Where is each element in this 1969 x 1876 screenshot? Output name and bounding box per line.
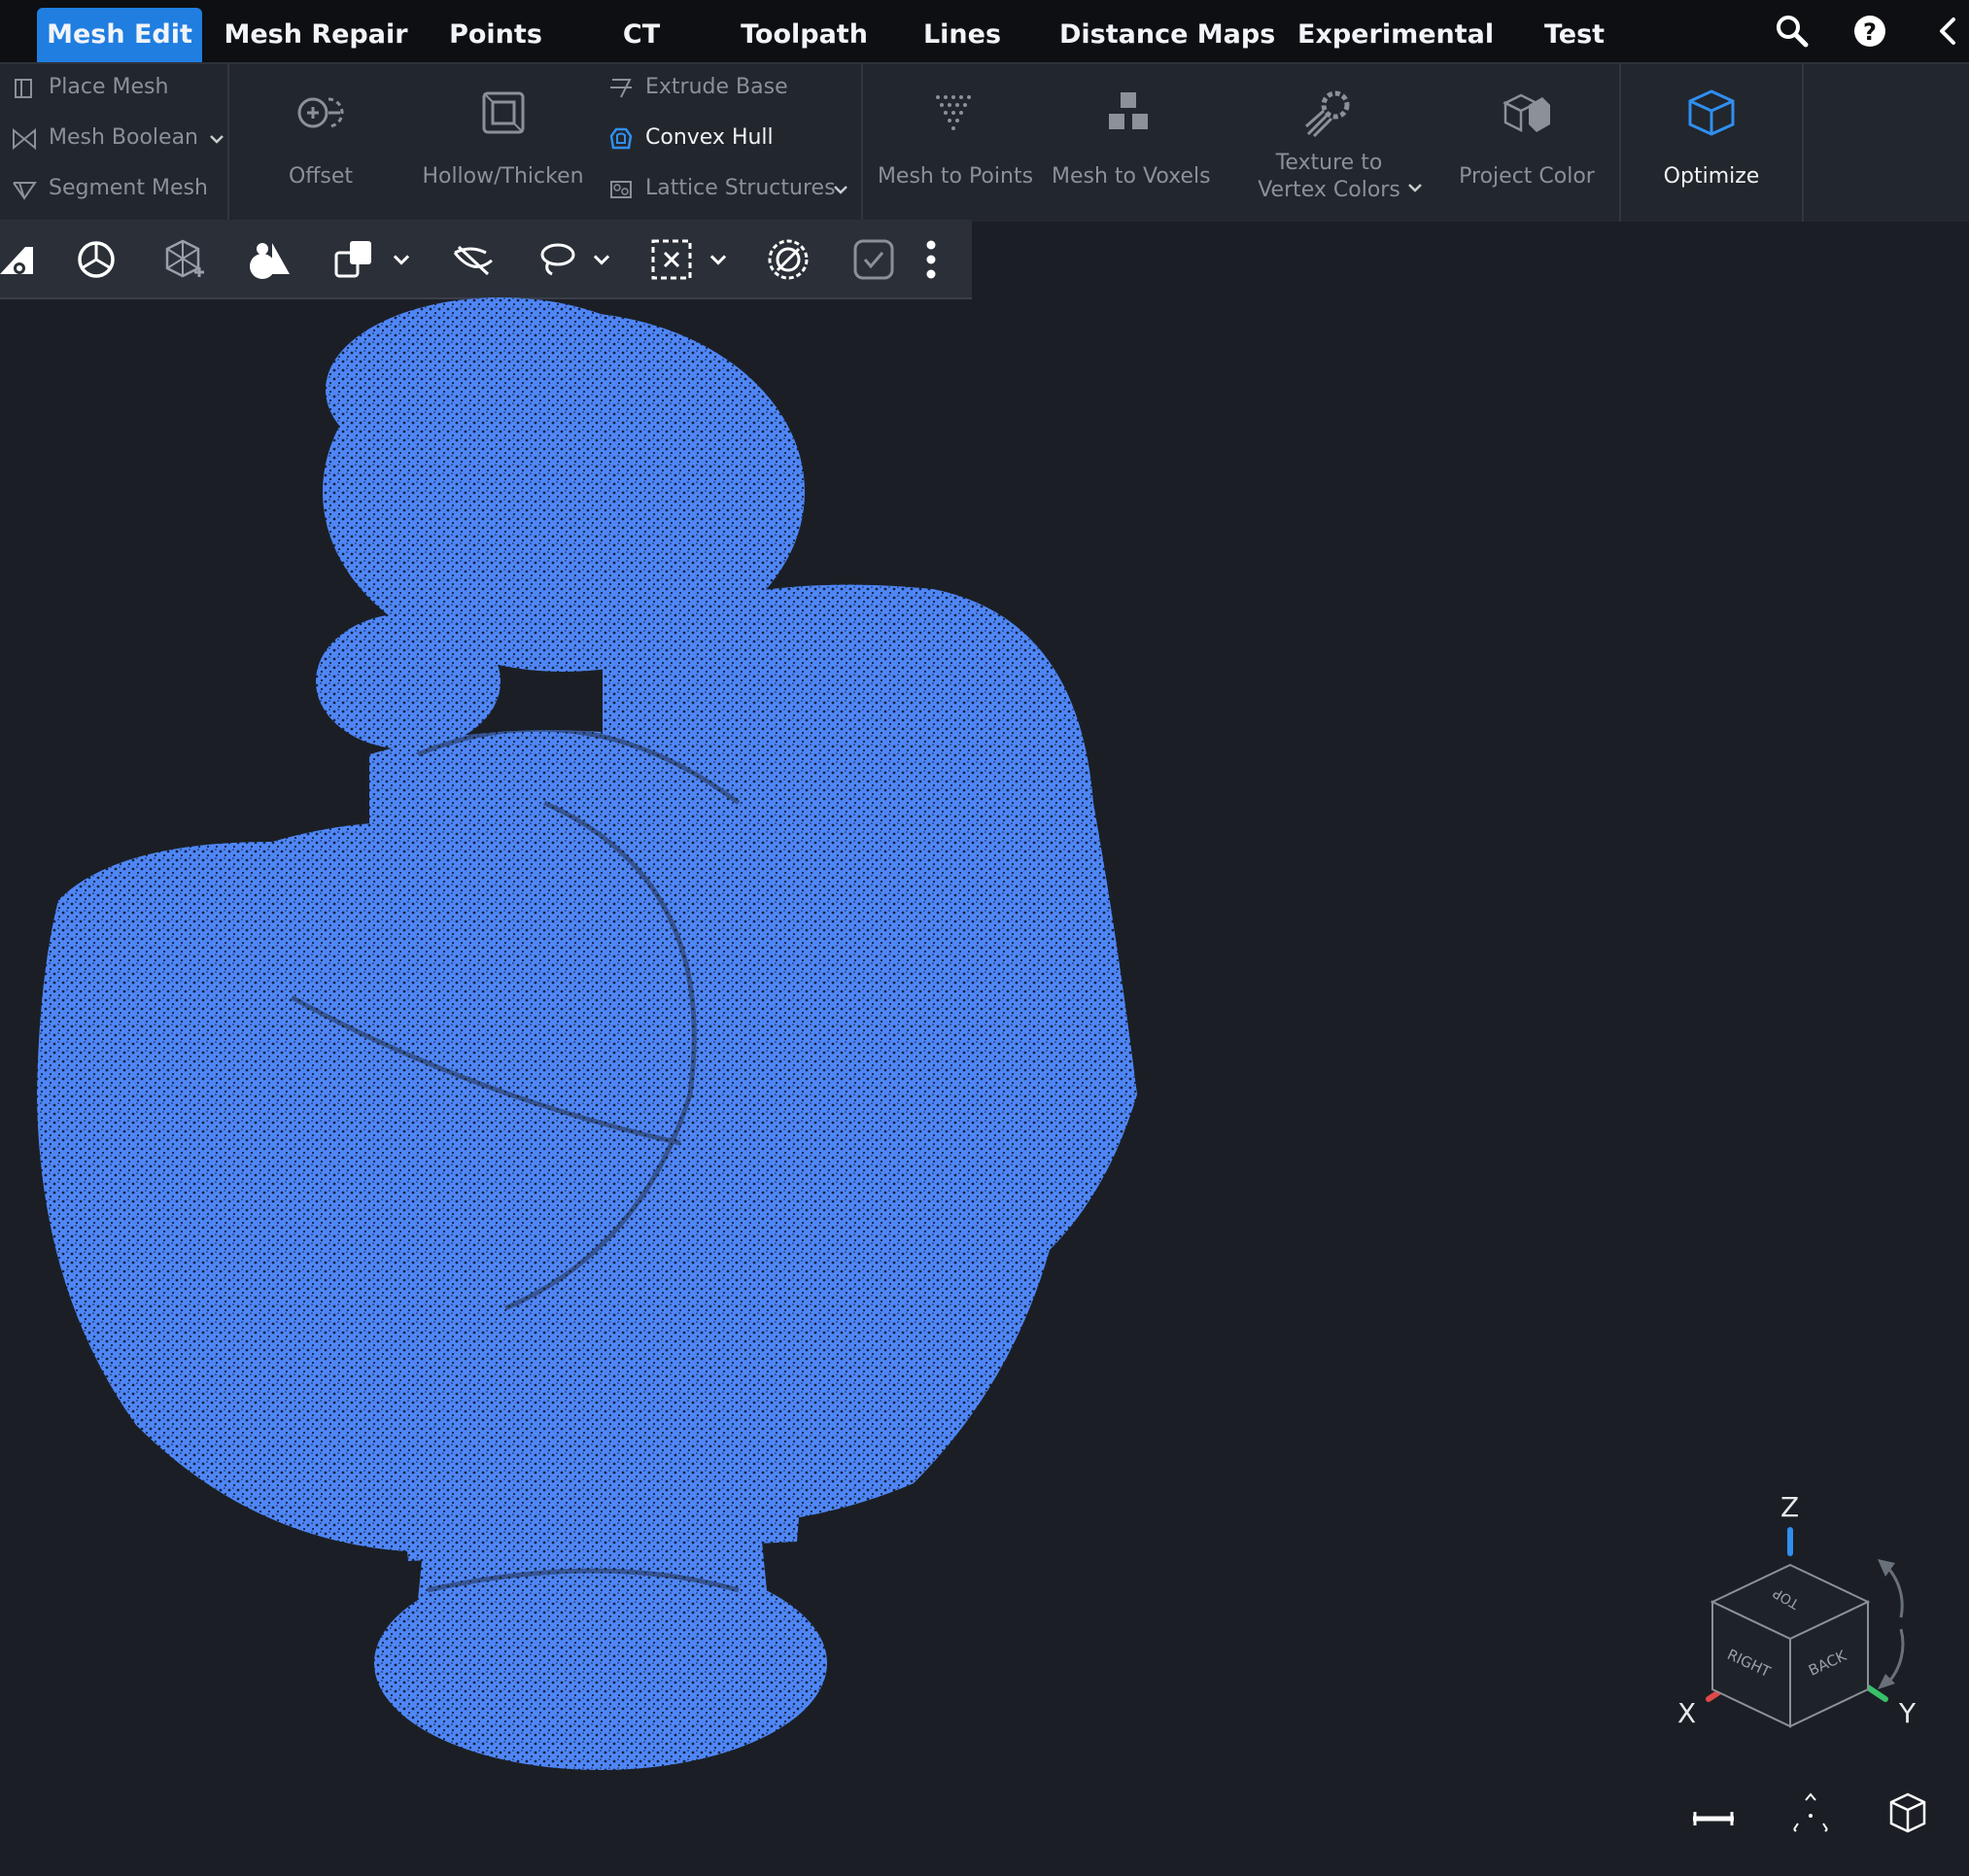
axis-y-label: Y [1899, 1697, 1917, 1729]
help-icon[interactable]: ? [1850, 12, 1889, 51]
hide-icon[interactable] [451, 237, 496, 282]
lattice-chevron-down-icon[interactable] [830, 179, 851, 200]
project-color-tool[interactable]: Project Color [1448, 64, 1606, 222]
tab-points[interactable]: Points [437, 8, 554, 62]
view-cube-icon[interactable] [1885, 1790, 1930, 1835]
tool-ribbon: Place Mesh Mesh Boolean Segment Mesh Off… [0, 62, 1969, 253]
texture-chevron-down-icon[interactable] [1404, 177, 1426, 198]
perspective-icon[interactable] [1788, 1790, 1833, 1835]
3d-viewport[interactable]: Z X Y TOP RIGHT BACK [0, 297, 1969, 1876]
place-mesh-icon [15, 79, 32, 98]
tab-lines[interactable]: Lines [914, 8, 1011, 62]
svg-text:?: ? [1863, 18, 1877, 46]
more-icon[interactable] [919, 237, 943, 282]
segment-mesh-icon [13, 182, 37, 200]
copy-icon[interactable] [332, 237, 377, 282]
mesh-to-points-icon [936, 95, 971, 130]
transform-icon[interactable] [161, 237, 206, 282]
top-tab-bar: Mesh Edit Mesh Repair Points CT Toolpath… [0, 0, 1969, 62]
point-cloud-model[interactable] [0, 297, 1166, 1853]
navigation-cube-widget[interactable]: Z X Y TOP RIGHT BACK [1652, 1483, 1944, 1755]
project-color-icon [1503, 93, 1550, 133]
lattice-structures-icon [610, 181, 632, 198]
viewport-toolbar [0, 220, 972, 299]
tab-distance-maps[interactable]: Distance Maps [1059, 8, 1275, 62]
copy-chevron-down-icon[interactable] [389, 247, 414, 272]
convex-hull-icon [609, 127, 633, 150]
optimize-tool[interactable]: Optimize [1621, 64, 1802, 222]
tab-mesh-edit[interactable]: Mesh Edit [37, 8, 202, 62]
texture-to-vertex-colors-tool[interactable]: Texture to Vertex Colors [1244, 64, 1414, 222]
mesh-to-voxels-tool[interactable]: Mesh to Voxels [1052, 64, 1211, 222]
ruler-icon[interactable] [1691, 1796, 1736, 1841]
box-select-chevron-down-icon[interactable] [706, 247, 731, 272]
mesh-to-voxels-icon [1107, 90, 1150, 131]
chevron-down-icon[interactable] [206, 128, 227, 150]
lasso-chevron-down-icon[interactable] [589, 247, 614, 272]
lasso-icon[interactable] [535, 237, 579, 282]
check-icon[interactable] [851, 237, 896, 282]
edit-settings-icon[interactable] [0, 237, 41, 282]
tab-test[interactable]: Test [1526, 8, 1623, 62]
hollow-thicken-tool[interactable]: Hollow/Thicken [418, 64, 588, 222]
box-select-icon[interactable] [649, 237, 694, 282]
offset-icon [297, 97, 344, 128]
extrude-base-icon [610, 79, 632, 98]
tab-mesh-repair[interactable]: Mesh Repair [224, 8, 408, 62]
axis-z-label: Z [1780, 1491, 1800, 1523]
optimize-icon [1688, 89, 1735, 136]
mesh-boolean-icon [13, 127, 36, 151]
search-icon[interactable] [1773, 12, 1812, 51]
orbit-icon[interactable] [74, 237, 119, 282]
tab-ct[interactable]: CT [603, 8, 680, 62]
shapes-icon[interactable] [247, 237, 292, 282]
axis-x-label: X [1677, 1697, 1697, 1729]
deselect-icon[interactable] [766, 237, 811, 282]
texture-to-vertex-colors-icon [1304, 90, 1349, 138]
collapse-left-icon[interactable] [1928, 12, 1967, 51]
tab-experimental[interactable]: Experimental [1297, 8, 1494, 62]
tab-toolpath[interactable]: Toolpath [729, 8, 880, 62]
hollow-thicken-icon [482, 91, 524, 134]
offset-tool[interactable]: Offset [262, 64, 379, 222]
mesh-to-points-tool[interactable]: Mesh to Points [875, 64, 1036, 222]
